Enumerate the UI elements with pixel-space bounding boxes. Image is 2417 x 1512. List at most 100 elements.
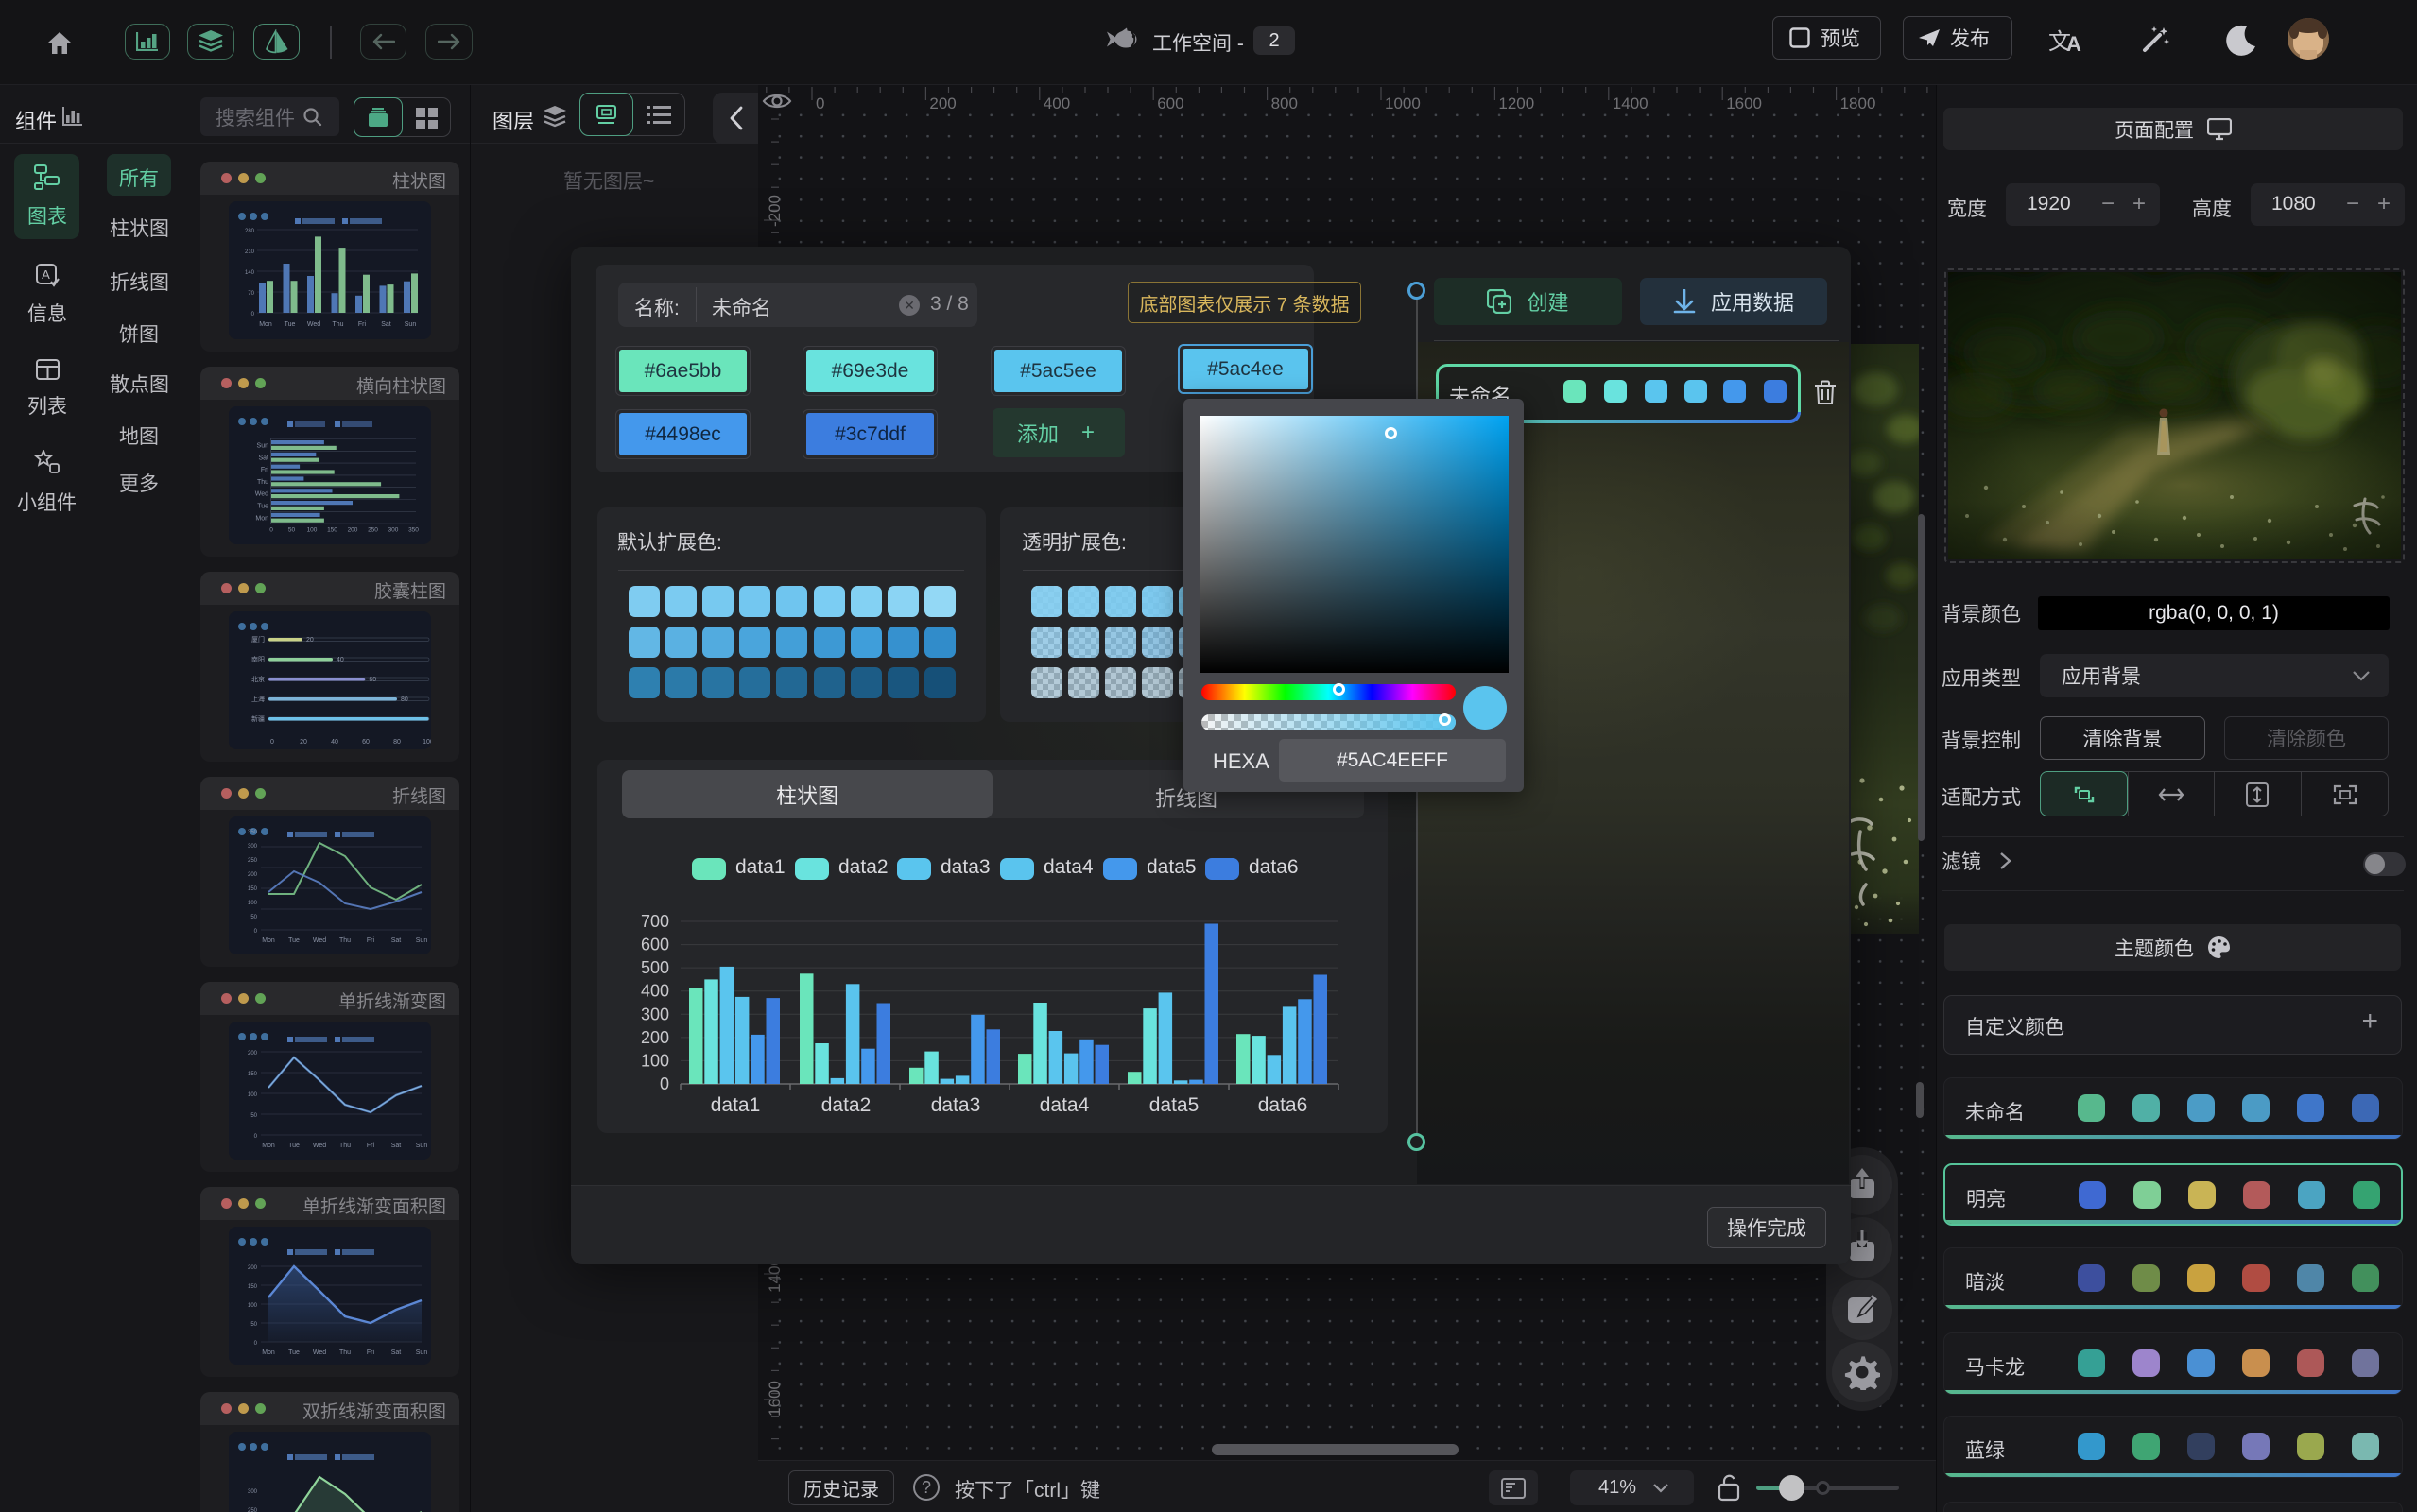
- svg-text:Sat: Sat: [391, 1349, 402, 1356]
- svg-text:700: 700: [641, 912, 669, 931]
- svg-text:280: 280: [245, 229, 255, 234]
- svg-text:100: 100: [248, 1092, 258, 1098]
- svg-text:200: 200: [248, 872, 258, 878]
- svg-text:南阳: 南阳: [251, 655, 265, 663]
- svg-text:40: 40: [337, 657, 344, 663]
- svg-text:100: 100: [423, 739, 431, 746]
- svg-text:A: A: [42, 267, 50, 282]
- svg-text:Tue: Tue: [288, 1143, 300, 1149]
- svg-text:400: 400: [641, 982, 669, 1001]
- svg-text:Mon: Mon: [255, 515, 268, 522]
- svg-text:Sat: Sat: [391, 1143, 402, 1149]
- svg-text:Tue: Tue: [257, 504, 268, 510]
- svg-text:0: 0: [254, 1341, 258, 1347]
- svg-text:北京: 北京: [251, 675, 265, 683]
- svg-text:厦门: 厦门: [251, 635, 265, 644]
- svg-text:Sun: Sun: [416, 1349, 428, 1356]
- svg-text:data5: data5: [1149, 1094, 1200, 1116]
- svg-text:200: 200: [348, 527, 358, 534]
- svg-text:250: 250: [368, 527, 378, 534]
- svg-text:Fri: Fri: [367, 1143, 375, 1149]
- svg-text:Wed: Wed: [313, 1349, 326, 1356]
- svg-text:Sat: Sat: [391, 937, 402, 944]
- svg-text:1600: 1600: [1726, 94, 1762, 112]
- svg-text:100: 100: [248, 1303, 258, 1309]
- svg-text:data2: data2: [821, 1094, 872, 1116]
- svg-text:data3: data3: [931, 1094, 981, 1116]
- svg-text:Mon: Mon: [262, 937, 275, 944]
- svg-text:600: 600: [1157, 94, 1183, 112]
- svg-text:Sun: Sun: [416, 1143, 428, 1149]
- svg-text:Mon: Mon: [259, 321, 272, 328]
- svg-text:200: 200: [641, 1028, 669, 1047]
- svg-text:1200: 1200: [1498, 94, 1534, 112]
- svg-text:Sun: Sun: [405, 321, 417, 328]
- svg-text:0: 0: [251, 312, 255, 318]
- svg-text:210: 210: [245, 249, 255, 255]
- svg-text:Thu: Thu: [257, 479, 268, 486]
- svg-text:Mon: Mon: [262, 1349, 275, 1356]
- svg-text:150: 150: [248, 1284, 258, 1290]
- svg-text:Tue: Tue: [285, 321, 296, 328]
- svg-text:Sun: Sun: [416, 937, 428, 944]
- svg-text:20: 20: [306, 637, 314, 644]
- svg-text:Sun: Sun: [257, 443, 269, 450]
- svg-text:500: 500: [641, 958, 669, 977]
- svg-text:50: 50: [288, 527, 296, 534]
- svg-text:0: 0: [816, 94, 824, 112]
- svg-text:Thu: Thu: [339, 937, 351, 944]
- svg-text:Wed: Wed: [313, 1143, 326, 1149]
- svg-text:上海: 上海: [251, 695, 265, 703]
- svg-text:60: 60: [369, 677, 376, 683]
- svg-text:Mon: Mon: [262, 1143, 275, 1149]
- svg-text:data1: data1: [711, 1094, 761, 1116]
- svg-text:50: 50: [250, 1322, 257, 1328]
- svg-text:Sat: Sat: [258, 455, 268, 461]
- svg-text:Thu: Thu: [339, 1349, 351, 1356]
- svg-text:80: 80: [393, 739, 401, 746]
- svg-text:300: 300: [388, 527, 399, 534]
- svg-text:200: 200: [248, 1051, 258, 1057]
- svg-text:250: 250: [248, 858, 258, 864]
- svg-text:1400: 1400: [1613, 94, 1649, 112]
- svg-text:100: 100: [307, 527, 318, 534]
- svg-text:0: 0: [269, 527, 273, 534]
- svg-text:200: 200: [248, 1265, 258, 1271]
- svg-text:400: 400: [1044, 94, 1070, 112]
- svg-text:Wed: Wed: [313, 937, 326, 944]
- svg-text:70: 70: [248, 291, 254, 297]
- svg-text:data4: data4: [1040, 1094, 1090, 1116]
- svg-text:50: 50: [250, 915, 257, 920]
- svg-text:60: 60: [362, 739, 370, 746]
- svg-text:350: 350: [408, 527, 419, 534]
- svg-text:0: 0: [660, 1074, 669, 1093]
- svg-text:Thu: Thu: [339, 1143, 351, 1149]
- svg-text:100: 100: [248, 901, 258, 906]
- svg-text:150: 150: [248, 886, 258, 892]
- svg-text:1000: 1000: [1385, 94, 1421, 112]
- svg-text:Fri: Fri: [261, 467, 269, 473]
- svg-text:Tue: Tue: [288, 1349, 300, 1356]
- svg-text:Fri: Fri: [358, 321, 367, 328]
- svg-text:20: 20: [300, 739, 307, 746]
- svg-text:50: 50: [250, 1113, 257, 1119]
- svg-text:Thu: Thu: [332, 321, 343, 328]
- svg-text:1800: 1800: [1840, 94, 1876, 112]
- svg-text:Tue: Tue: [288, 937, 300, 944]
- svg-text:140: 140: [245, 270, 255, 276]
- svg-text:Fri: Fri: [367, 1349, 375, 1356]
- svg-text:350: 350: [248, 830, 258, 835]
- svg-text:40: 40: [331, 739, 338, 746]
- svg-text:300: 300: [248, 1489, 258, 1495]
- svg-text:800: 800: [1271, 94, 1298, 112]
- svg-text:300: 300: [248, 844, 258, 850]
- svg-text:0: 0: [270, 739, 274, 746]
- svg-text:data6: data6: [1258, 1094, 1308, 1116]
- svg-text:200: 200: [929, 94, 956, 112]
- svg-text:Sat: Sat: [381, 321, 391, 328]
- svg-text:80: 80: [401, 696, 408, 703]
- svg-text:600: 600: [641, 936, 669, 954]
- svg-text:新疆: 新疆: [251, 714, 265, 723]
- svg-text:0: 0: [254, 929, 258, 935]
- svg-text:250: 250: [248, 1508, 258, 1512]
